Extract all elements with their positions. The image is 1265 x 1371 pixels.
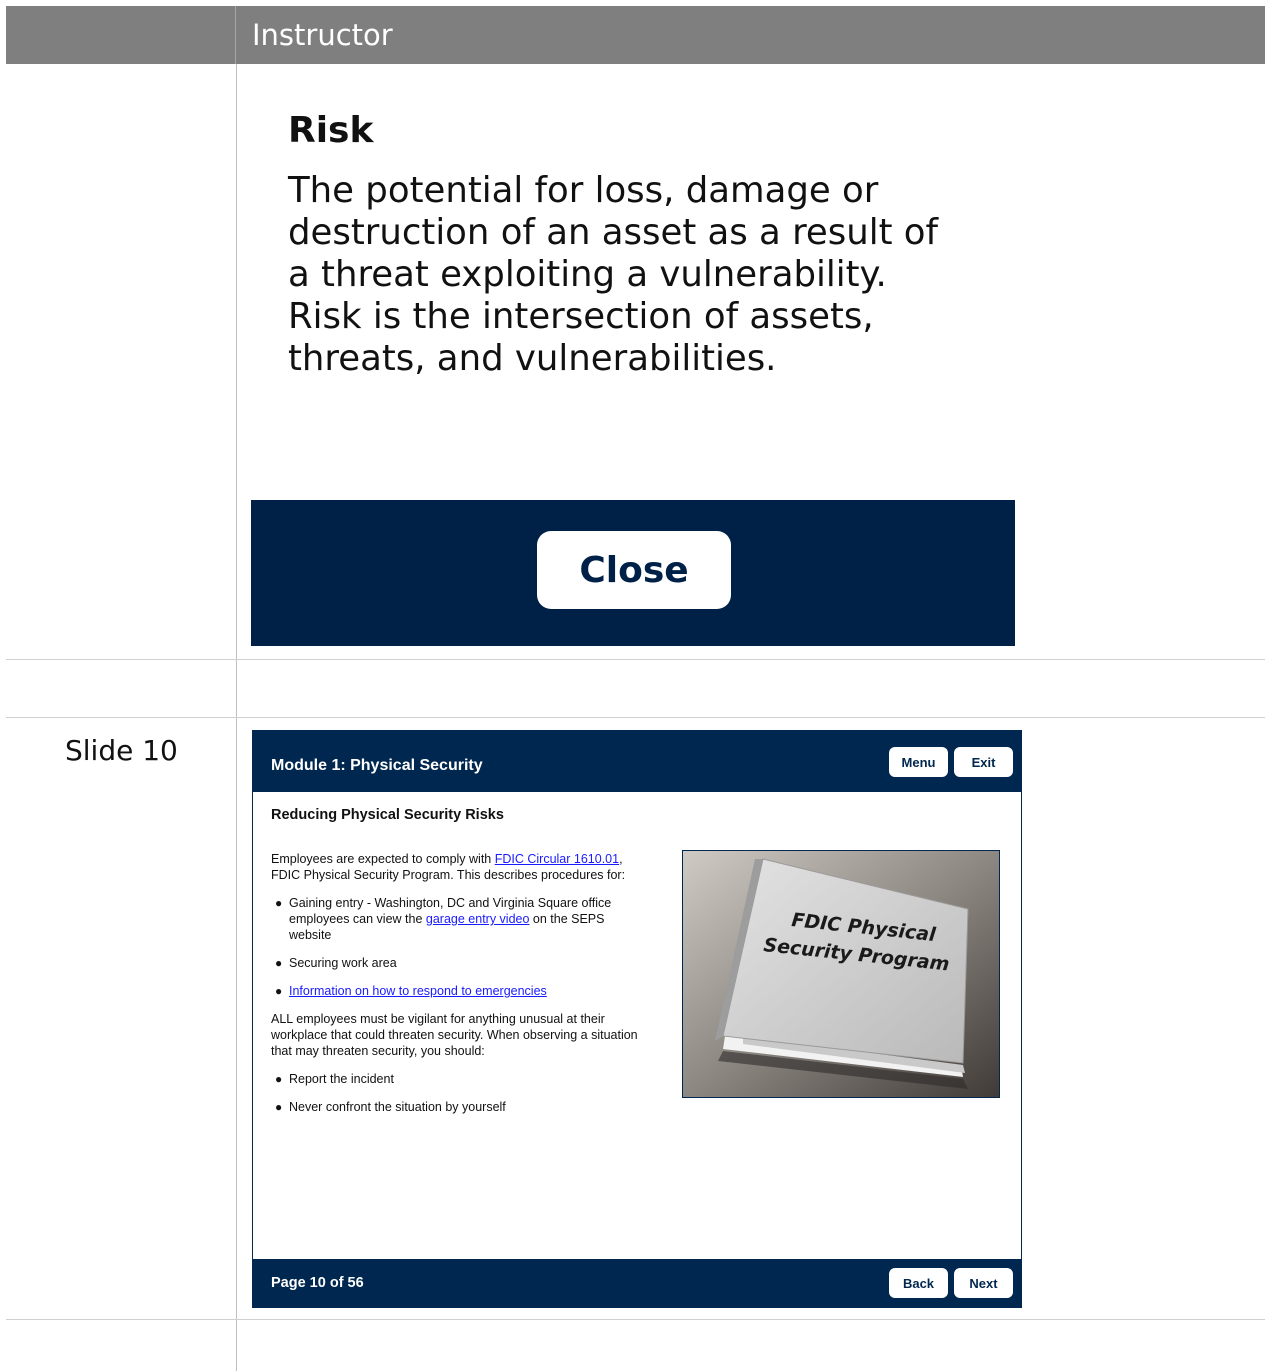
- close-bar: Close: [251, 500, 1015, 646]
- module-title: Module 1: Physical Security: [271, 757, 483, 774]
- back-button[interactable]: Back: [889, 1268, 948, 1298]
- list-item: ● Gaining entry - Washington, DC and Vir…: [273, 895, 633, 943]
- slide-header-bar: Module 1: Physical Security Menu Exit: [253, 731, 1021, 792]
- risk-definition: The potential for loss, damage or destru…: [288, 170, 939, 379]
- bullet-text: Report the incident: [289, 1072, 394, 1086]
- slide-label: Slide 10: [65, 734, 178, 767]
- row-divider: [6, 717, 1265, 718]
- table-header: Instructor: [6, 6, 1265, 64]
- fdic-circular-link[interactable]: FDIC Circular 1610.01: [495, 852, 619, 866]
- binder-illustration: FDIC Physical Security Program: [683, 851, 999, 1097]
- bullet-icon: ●: [275, 984, 283, 998]
- menu-button[interactable]: Menu: [889, 747, 948, 777]
- bullet-icon: ●: [275, 956, 283, 970]
- garage-entry-video-link[interactable]: garage entry video: [426, 912, 530, 926]
- intro-text: Employees are expected to comply with: [271, 852, 495, 866]
- bullet-icon: ●: [275, 896, 283, 910]
- bullet-text: Securing work area: [289, 956, 397, 970]
- exit-button[interactable]: Exit: [954, 747, 1013, 777]
- binder-image: FDIC Physical Security Program: [682, 850, 1000, 1098]
- row-divider: [6, 659, 1265, 660]
- row-divider: [6, 1319, 1265, 1320]
- bullet-icon: ●: [275, 1100, 283, 1114]
- vigilance-paragraph: ALL employees must be vigilant for anyth…: [271, 1012, 638, 1058]
- slide-10: Module 1: Physical Security Menu Exit Re…: [252, 730, 1022, 1308]
- list-item: ● Never confront the situation by yourse…: [273, 1099, 633, 1115]
- slide-heading: Reducing Physical Security Risks: [271, 807, 504, 823]
- intro-paragraph: Employees are expected to comply with FD…: [271, 851, 641, 883]
- close-button[interactable]: Close: [537, 531, 731, 609]
- list-item: ● Report the incident: [273, 1071, 633, 1087]
- bullet-text: Never confront the situation by yourself: [289, 1100, 506, 1114]
- bullet-icon: ●: [275, 1072, 283, 1086]
- list-item: ● Securing work area: [273, 955, 633, 971]
- page-indicator: Page 10 of 56: [271, 1275, 364, 1291]
- next-button[interactable]: Next: [954, 1268, 1013, 1298]
- slide-footer-bar: Page 10 of 56 Back Next: [253, 1259, 1021, 1307]
- list-item: ● Information on how to respond to emerg…: [273, 983, 633, 999]
- header-left-cell: [6, 6, 236, 64]
- risk-title: Risk: [288, 110, 374, 151]
- header-title: Instructor: [252, 18, 393, 52]
- emergencies-info-link[interactable]: Information on how to respond to emergen…: [289, 984, 547, 998]
